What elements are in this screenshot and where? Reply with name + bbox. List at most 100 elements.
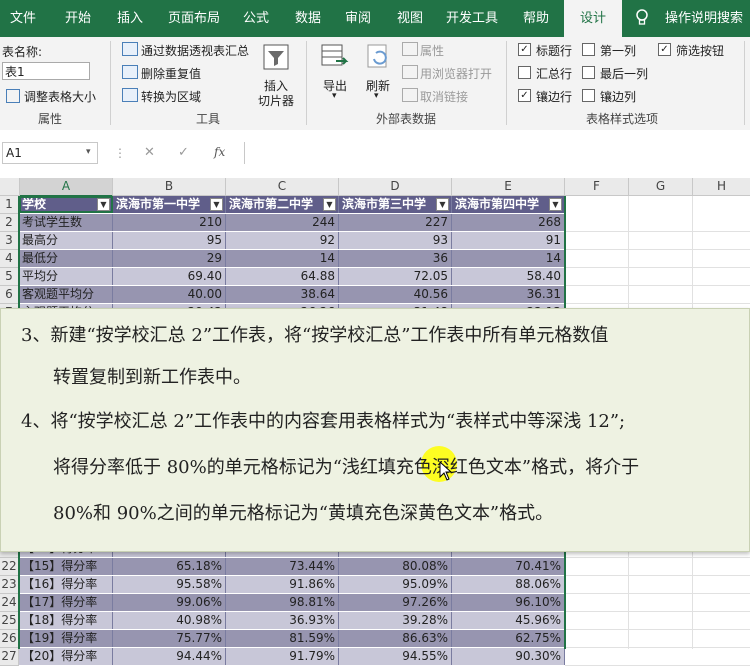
- formula-input[interactable]: [244, 142, 750, 164]
- tab-data[interactable]: 数据: [288, 0, 328, 37]
- row-label-cell[interactable]: 【19】得分率: [19, 630, 113, 647]
- convert-range-button[interactable]: 转换为区域: [141, 88, 201, 105]
- value-cell[interactable]: 64.88: [226, 268, 339, 285]
- value-cell[interactable]: 227: [339, 214, 452, 231]
- value-cell[interactable]: 36.31: [452, 286, 565, 303]
- value-cell[interactable]: 95: [113, 232, 226, 249]
- column-header-d[interactable]: D: [339, 178, 452, 196]
- tab-file[interactable]: 文件: [0, 0, 46, 37]
- value-cell[interactable]: 95.58%: [113, 576, 226, 593]
- row-header[interactable]: 24: [0, 594, 19, 612]
- value-cell[interactable]: 70.41%: [452, 558, 565, 575]
- tab-design[interactable]: 设计: [564, 0, 622, 37]
- value-cell[interactable]: 268: [452, 214, 565, 231]
- value-cell[interactable]: 29: [113, 250, 226, 267]
- value-cell[interactable]: 14: [452, 250, 565, 267]
- value-cell[interactable]: 93: [339, 232, 452, 249]
- table-name-input[interactable]: 表1: [2, 62, 90, 80]
- row-label-cell[interactable]: 【18】得分率: [19, 612, 113, 629]
- value-cell[interactable]: 36: [339, 250, 452, 267]
- header-row-checkbox[interactable]: ✓: [518, 43, 531, 56]
- value-cell[interactable]: 40.98%: [113, 612, 226, 629]
- value-cell[interactable]: 40.56: [339, 286, 452, 303]
- row-label-cell[interactable]: 【15】得分率: [19, 558, 113, 575]
- value-cell[interactable]: 72.05: [339, 268, 452, 285]
- column-header-h[interactable]: H: [693, 178, 750, 196]
- name-box[interactable]: A1: [2, 142, 98, 164]
- tab-developer[interactable]: 开发工具: [440, 0, 504, 37]
- column-header-g[interactable]: G: [629, 178, 693, 196]
- value-cell[interactable]: 94.44%: [113, 648, 226, 665]
- value-cell[interactable]: 244: [226, 214, 339, 231]
- value-cell[interactable]: 99.06%: [113, 594, 226, 611]
- value-cell[interactable]: 14: [226, 250, 339, 267]
- value-cell[interactable]: 62.75%: [452, 630, 565, 647]
- table-header-cell[interactable]: 滨海市第四中学 ▼: [452, 196, 565, 213]
- value-cell[interactable]: 36.93%: [226, 612, 339, 629]
- value-cell[interactable]: 81.59%: [226, 630, 339, 647]
- row-header[interactable]: 6: [0, 286, 19, 304]
- filter-button-checkbox[interactable]: ✓: [658, 43, 671, 56]
- first-column-checkbox[interactable]: [582, 43, 595, 56]
- enter-icon[interactable]: ✓: [178, 145, 189, 160]
- summarize-pivot-button[interactable]: 通过数据透视表汇总: [141, 42, 249, 59]
- resize-table-button[interactable]: 调整表格大小: [24, 88, 96, 105]
- value-cell[interactable]: 80.08%: [339, 558, 452, 575]
- value-cell[interactable]: 58.40: [452, 268, 565, 285]
- total-row-checkbox[interactable]: [518, 66, 531, 79]
- tell-me-search[interactable]: 操作说明搜索: [662, 0, 746, 37]
- value-cell[interactable]: 91.79%: [226, 648, 339, 665]
- column-header-e[interactable]: E: [452, 178, 565, 196]
- column-header-f[interactable]: F: [565, 178, 629, 196]
- banded-rows-checkbox[interactable]: ✓: [518, 89, 531, 102]
- value-cell[interactable]: 91.86%: [226, 576, 339, 593]
- row-header[interactable]: 2: [0, 214, 19, 232]
- row-header[interactable]: 22: [0, 558, 19, 576]
- value-cell[interactable]: 69.40: [113, 268, 226, 285]
- filter-dropdown-icon[interactable]: ▼: [97, 198, 110, 211]
- filter-dropdown-icon[interactable]: ▼: [549, 198, 562, 211]
- insert-slicer-label-2[interactable]: 切片器: [258, 92, 294, 109]
- column-header-a[interactable]: A: [20, 178, 113, 197]
- table-header-cell[interactable]: 滨海市第三中学 ▼: [339, 196, 452, 213]
- row-header[interactable]: 26: [0, 630, 19, 648]
- row-label-cell[interactable]: 【16】得分率: [19, 576, 113, 593]
- tab-home[interactable]: 开始: [52, 0, 104, 37]
- value-cell[interactable]: 45.96%: [452, 612, 565, 629]
- row-header[interactable]: 25: [0, 612, 19, 630]
- row-label-cell[interactable]: 最低分: [19, 250, 113, 267]
- banded-columns-checkbox[interactable]: [582, 89, 595, 102]
- last-column-checkbox[interactable]: [582, 66, 595, 79]
- table-header-cell[interactable]: 滨海市第一中学 ▼: [113, 196, 226, 213]
- tab-page-layout[interactable]: 页面布局: [162, 0, 226, 37]
- value-cell[interactable]: 94.55%: [339, 648, 452, 665]
- value-cell[interactable]: 92: [226, 232, 339, 249]
- value-cell[interactable]: 96.10%: [452, 594, 565, 611]
- value-cell[interactable]: 65.18%: [113, 558, 226, 575]
- row-label-cell[interactable]: 客观题平均分: [19, 286, 113, 303]
- export-dropdown-icon[interactable]: ▾: [332, 91, 337, 101]
- row-header[interactable]: 4: [0, 250, 19, 268]
- value-cell[interactable]: 97.26%: [339, 594, 452, 611]
- value-cell[interactable]: 90.30%: [452, 648, 565, 665]
- row-label-cell[interactable]: 【20】得分率: [19, 648, 113, 665]
- value-cell[interactable]: 39.28%: [339, 612, 452, 629]
- name-box-dropdown-icon[interactable]: ▾: [86, 147, 91, 157]
- insert-function-icon[interactable]: fx: [214, 145, 225, 159]
- row-header[interactable]: 23: [0, 576, 19, 594]
- value-cell[interactable]: 75.77%: [113, 630, 226, 647]
- table-header-cell[interactable]: 滨海市第二中学 ▼: [226, 196, 339, 213]
- filter-dropdown-icon[interactable]: ▼: [323, 198, 336, 211]
- row-label-cell[interactable]: 考试学生数: [19, 214, 113, 231]
- row-label-cell[interactable]: 【17】得分率: [19, 594, 113, 611]
- properties-button[interactable]: 属性: [420, 42, 444, 59]
- row-header[interactable]: 5: [0, 268, 19, 286]
- row-label-cell[interactable]: 平均分: [19, 268, 113, 285]
- column-header-b[interactable]: B: [113, 178, 226, 196]
- unlink-button[interactable]: 取消链接: [420, 88, 468, 105]
- tab-insert[interactable]: 插入: [106, 0, 154, 37]
- tab-formulas[interactable]: 公式: [236, 0, 276, 37]
- value-cell[interactable]: 86.63%: [339, 630, 452, 647]
- remove-duplicates-button[interactable]: 删除重复值: [141, 65, 201, 82]
- value-cell[interactable]: 88.06%: [452, 576, 565, 593]
